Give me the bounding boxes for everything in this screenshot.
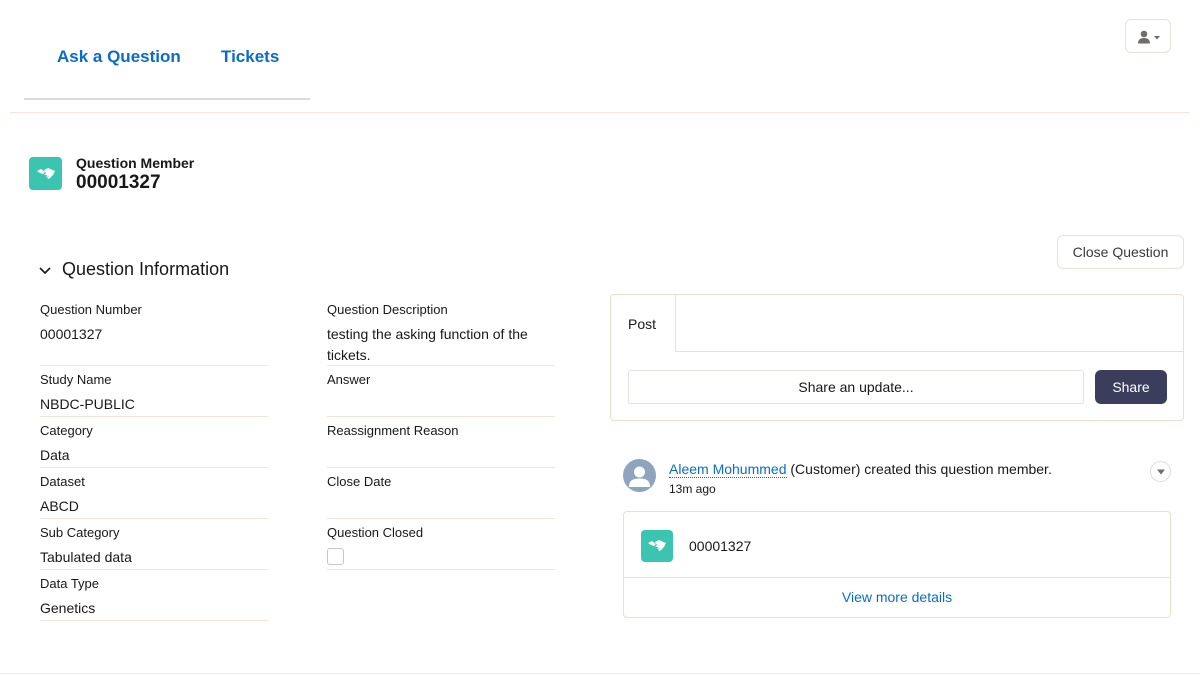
feed-action-text: (Customer) created this question member. xyxy=(786,461,1052,477)
feed-item-header: Aleem Mohummed (Customer) created this q… xyxy=(669,461,1052,478)
field-label: Question Description xyxy=(327,302,448,317)
field-question-number: Question Number 00001327 xyxy=(40,302,268,366)
view-more-details-link[interactable]: View more details xyxy=(624,589,1170,605)
user-icon xyxy=(1138,30,1160,44)
publisher-divider xyxy=(675,351,1183,352)
tab-post[interactable]: Post xyxy=(611,295,676,352)
feed-record-card: 00001327 View more details xyxy=(623,511,1171,618)
field-label: Reassignment Reason xyxy=(327,423,459,438)
share-update-input[interactable]: Share an update... xyxy=(628,370,1084,404)
user-menu-button[interactable] xyxy=(1125,19,1171,53)
field-category: Category Data xyxy=(40,423,268,468)
handshake-icon xyxy=(36,167,55,179)
nav-ask-a-question[interactable]: Ask a Question xyxy=(57,47,181,67)
field-value: NBDC-PUBLIC xyxy=(40,396,135,412)
question-member-record-icon xyxy=(641,530,673,562)
handshake-icon xyxy=(648,540,666,551)
chevron-down-icon xyxy=(1157,469,1165,475)
card-divider xyxy=(624,577,1170,578)
header-divider xyxy=(10,112,1190,113)
field-label: Answer xyxy=(327,372,371,387)
field-answer: Answer xyxy=(327,372,555,417)
field-label: Sub Category xyxy=(40,525,120,540)
feed-timestamp[interactable]: 13m ago xyxy=(669,482,716,496)
nav-tickets[interactable]: Tickets xyxy=(221,47,279,67)
field-dataset: Dataset ABCD xyxy=(40,474,268,519)
user-avatar-icon xyxy=(629,466,650,487)
chevron-down-icon xyxy=(39,266,51,274)
field-sub-category: Sub Category Tabulated data xyxy=(40,525,268,570)
record-number-title: 00001327 xyxy=(76,172,161,193)
avatar[interactable] xyxy=(623,459,656,492)
question-member-record-icon xyxy=(29,157,62,190)
field-question-closed: Question Closed xyxy=(327,525,555,570)
section-title: Question Information xyxy=(62,259,230,279)
field-question-description: Question Description testing the asking … xyxy=(327,302,555,366)
chatter-publisher: Post Share an update... Share xyxy=(610,294,1184,421)
field-data-type: Data Type Genetics xyxy=(40,576,268,621)
section-question-information[interactable]: Question Information xyxy=(38,259,229,280)
field-value: Tabulated data xyxy=(40,549,132,565)
close-question-button[interactable]: Close Question xyxy=(1057,235,1184,269)
share-button[interactable]: Share xyxy=(1095,370,1167,404)
field-value: Data xyxy=(40,447,70,463)
field-value: Genetics xyxy=(40,600,96,616)
field-label: Close Date xyxy=(327,474,392,489)
field-label: Question Number xyxy=(40,302,142,317)
top-nav: Ask a Question Tickets xyxy=(24,0,310,100)
feed-user-link[interactable]: Aleem Mohummed xyxy=(669,461,787,478)
field-label: Category xyxy=(40,423,93,438)
field-reassignment-reason: Reassignment Reason xyxy=(327,423,555,468)
field-label: Study Name xyxy=(40,372,112,387)
field-label: Question Closed xyxy=(327,525,424,540)
field-study-name: Study Name NBDC-PUBLIC xyxy=(40,372,268,417)
question-closed-checkbox[interactable] xyxy=(327,548,344,565)
field-close-date: Close Date xyxy=(327,474,555,519)
record-type-label: Question Member xyxy=(76,155,195,171)
feed-record-link[interactable]: 00001327 xyxy=(689,538,751,554)
field-value: 00001327 xyxy=(40,326,103,342)
feed-item-menu-button[interactable] xyxy=(1150,461,1171,482)
bottom-divider xyxy=(0,673,1200,674)
field-value: testing the asking function of the ticke… xyxy=(327,326,528,363)
field-value: ABCD xyxy=(40,498,79,514)
field-label: Dataset xyxy=(40,474,85,489)
field-label: Data Type xyxy=(40,576,100,591)
